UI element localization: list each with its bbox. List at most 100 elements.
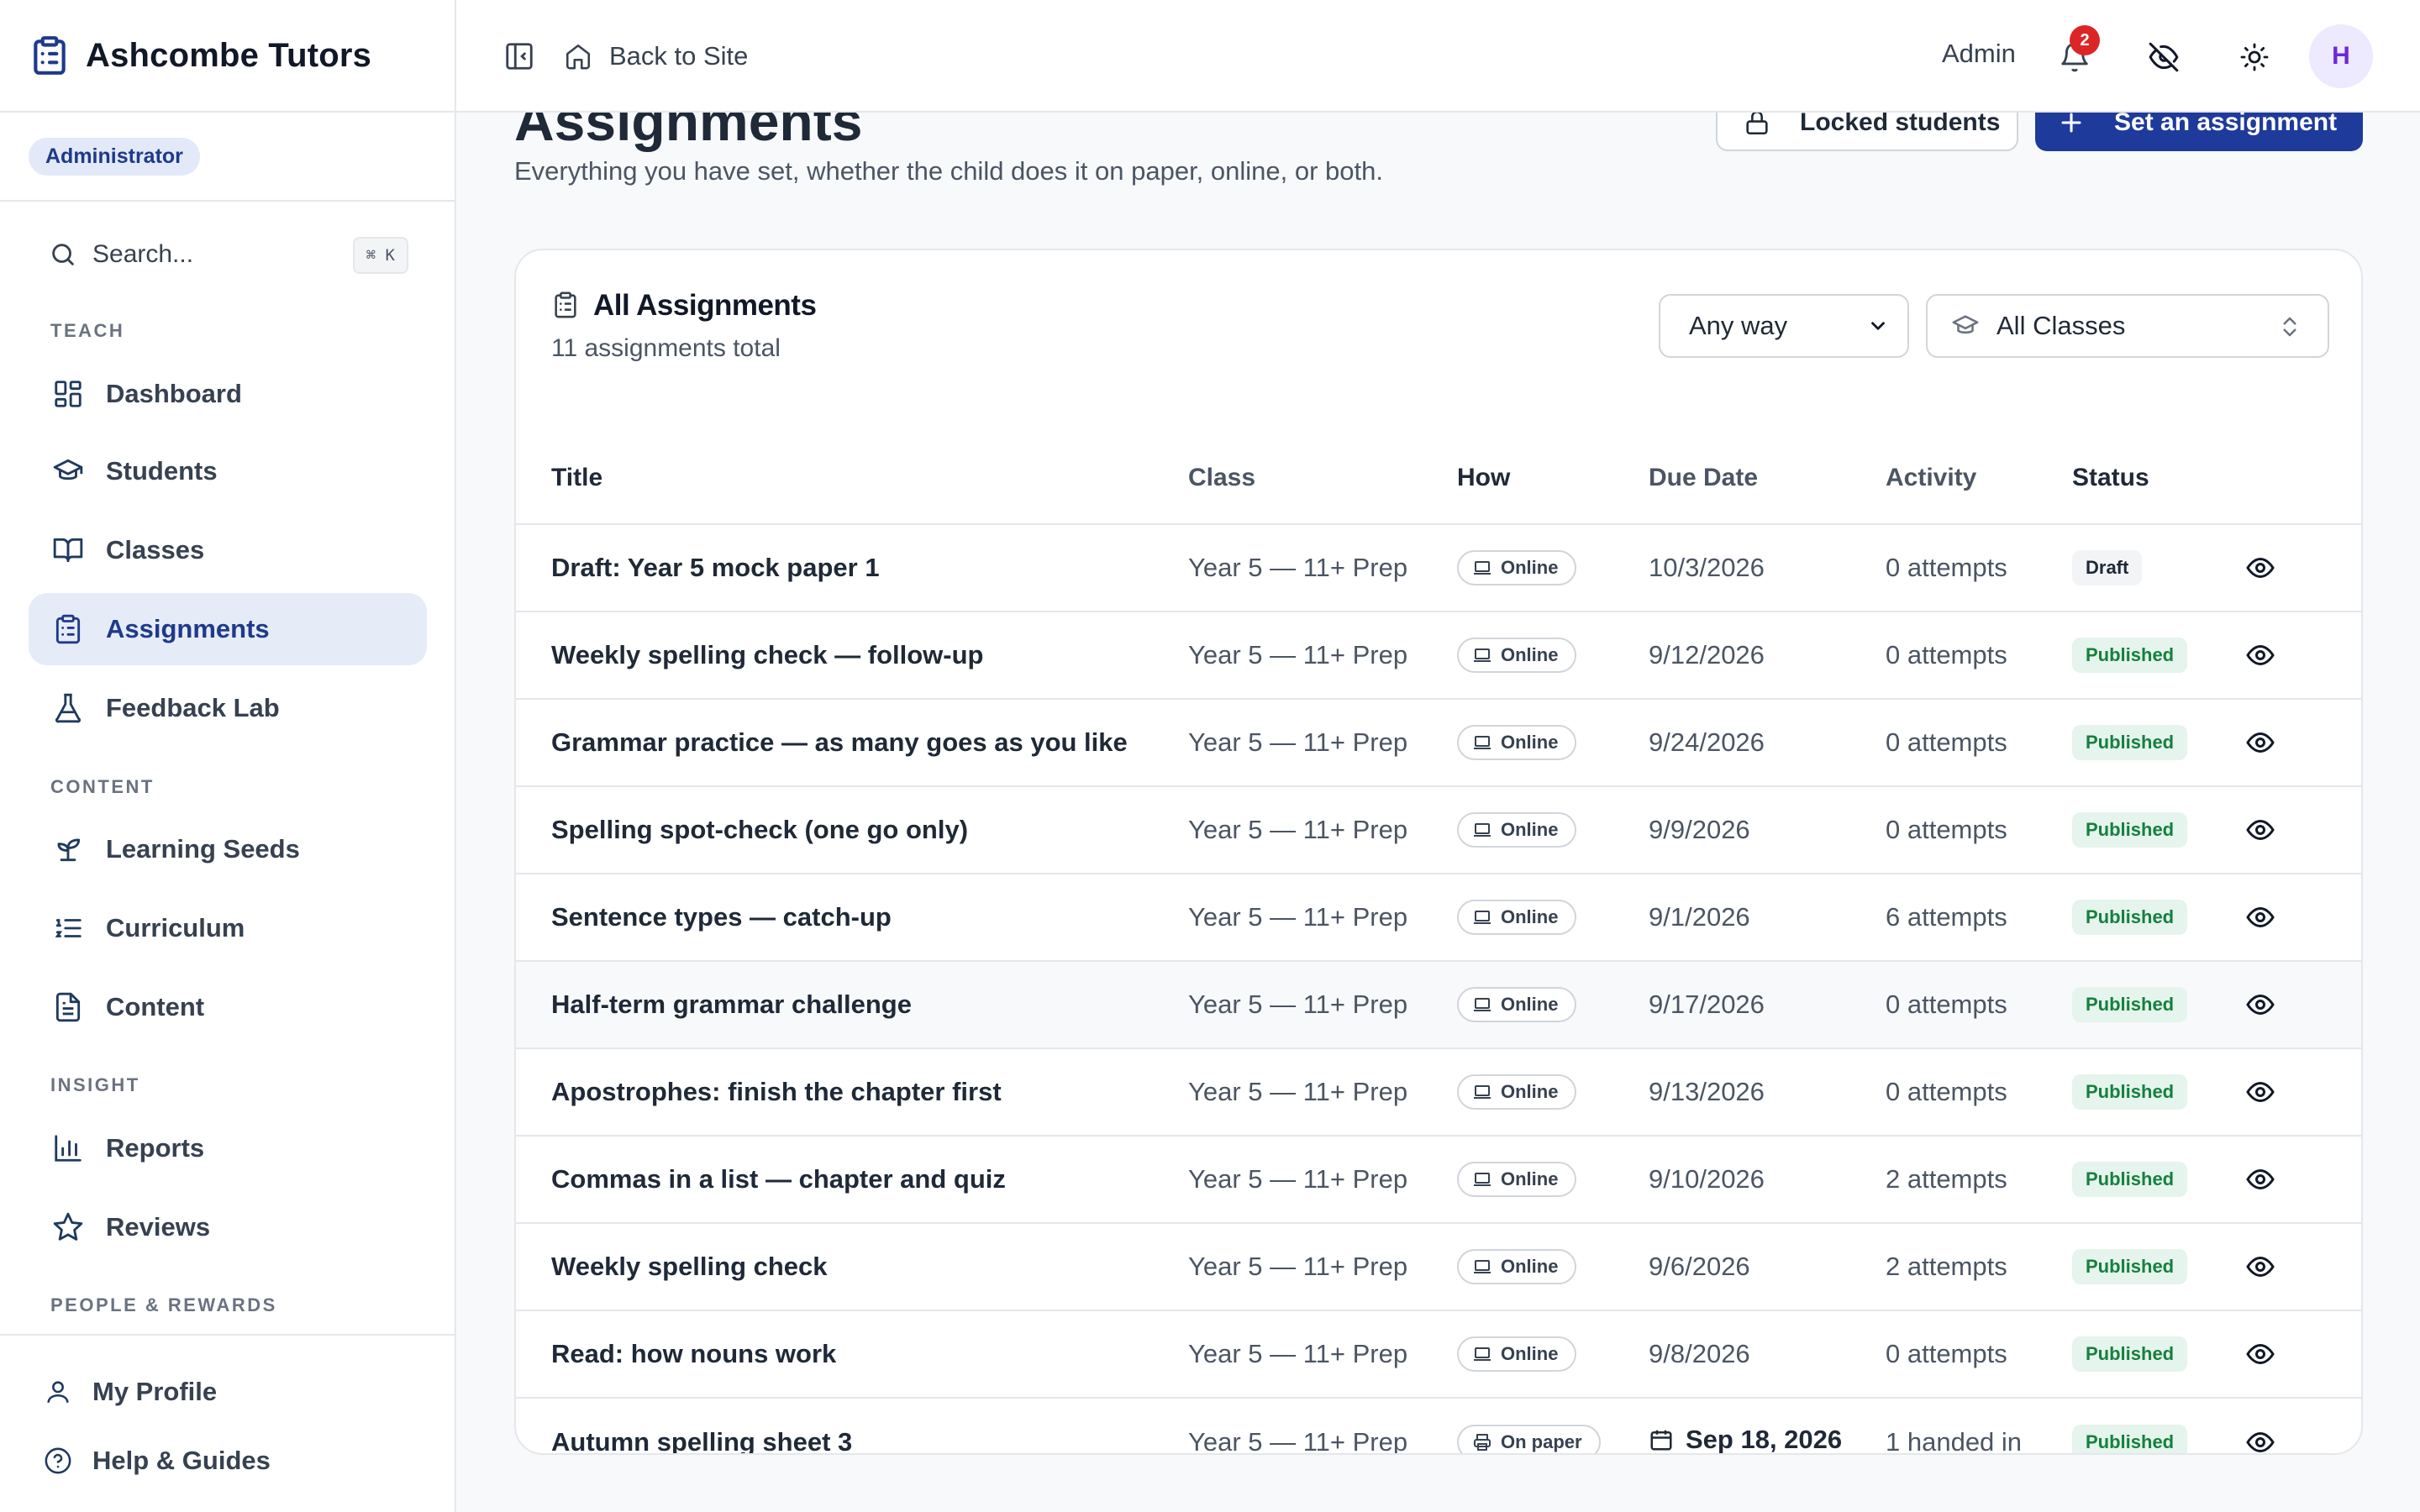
due-date: 9/12/2026 bbox=[1649, 640, 1765, 670]
assignment-class: Year 5 — 11+ Prep bbox=[1188, 874, 1457, 962]
table-row[interactable]: Weekly spelling check Year 5 — 11+ Prep … bbox=[516, 1223, 2361, 1311]
column-header-class[interactable]: Class bbox=[1188, 432, 1457, 525]
assignment-due-cell: 9/1/2026 bbox=[1649, 874, 1886, 962]
due-date-label: 9/1/2026 bbox=[1649, 902, 1750, 932]
column-header-activity[interactable]: Activity bbox=[1886, 432, 2072, 525]
view-button[interactable] bbox=[2245, 1164, 2361, 1194]
view-button[interactable] bbox=[2245, 727, 2361, 758]
view-button[interactable] bbox=[2245, 1339, 2361, 1369]
assignment-title[interactable]: Weekly spelling check — follow-up bbox=[516, 612, 1188, 700]
sidebar-item-label: Help & Guides bbox=[92, 1446, 271, 1475]
search-input[interactable]: Search... ⌘ K bbox=[29, 228, 408, 281]
assignment-title[interactable]: Spelling spot-check (one go only) bbox=[516, 786, 1188, 874]
status-badge: Draft bbox=[2072, 550, 2143, 585]
view-button[interactable] bbox=[2245, 1077, 2361, 1107]
user-avatar[interactable]: H bbox=[2309, 24, 2373, 88]
sidebar-item-students[interactable]: Students bbox=[29, 435, 427, 507]
table-row[interactable]: Spelling spot-check (one go only) Year 5… bbox=[516, 786, 2361, 874]
sidebar-item-learning-seeds[interactable]: Learning Seeds bbox=[29, 813, 427, 885]
assignment-class: Year 5 — 11+ Prep bbox=[1188, 786, 1457, 874]
table-row[interactable]: Weekly spelling check — follow-up Year 5… bbox=[516, 612, 2361, 700]
eye-icon bbox=[2245, 902, 2275, 932]
back-to-site-link[interactable]: Back to Site bbox=[564, 35, 748, 77]
sidebar-item-curriculum[interactable]: Curriculum bbox=[29, 892, 427, 964]
due-date: 9/24/2026 bbox=[1649, 727, 1765, 758]
due-date: 9/8/2026 bbox=[1649, 1339, 1750, 1369]
sidebar-item-assignments[interactable]: Assignments bbox=[29, 593, 427, 665]
assignment-title[interactable]: Weekly spelling check bbox=[516, 1223, 1188, 1311]
column-header-how[interactable]: How bbox=[1457, 432, 1649, 525]
assignment-class: Year 5 — 11+ Prep bbox=[1188, 961, 1457, 1049]
user-icon bbox=[44, 1378, 72, 1406]
assignments-table: Title Class How Due Date Activity Status… bbox=[516, 432, 2361, 1455]
assignment-title[interactable]: Sentence types — catch-up bbox=[516, 874, 1188, 962]
sidebar-toggle-button[interactable] bbox=[498, 35, 540, 77]
table-row[interactable]: Autumn spelling sheet 3 Year 5 — 11+ Pre… bbox=[516, 1398, 2361, 1455]
assignment-title[interactable]: Commas in a list — chapter and quiz bbox=[516, 1136, 1188, 1224]
view-button[interactable] bbox=[2245, 1427, 2361, 1454]
assignment-title[interactable]: Autumn spelling sheet 3 bbox=[516, 1398, 1188, 1454]
how-label: Online bbox=[1501, 1343, 1559, 1364]
due-date-label: 9/8/2026 bbox=[1649, 1339, 1750, 1368]
laptop-icon bbox=[1472, 645, 1492, 665]
eye-icon bbox=[2245, 990, 2275, 1020]
column-header-due-date[interactable]: Due Date bbox=[1649, 432, 1886, 525]
sidebar-item-label: Feedback Lab bbox=[106, 693, 280, 722]
table-row[interactable]: Read: how nouns work Year 5 — 11+ Prep O… bbox=[516, 1310, 2361, 1399]
assignment-activity: 2 attempts bbox=[1886, 1223, 2072, 1311]
sidebar-item-dashboard[interactable]: Dashboard bbox=[29, 358, 427, 430]
sun-icon bbox=[2239, 42, 2270, 72]
assignment-class: Year 5 — 11+ Prep bbox=[1188, 612, 1457, 700]
brand[interactable]: Ashcombe Tutors bbox=[0, 0, 455, 113]
assignment-due-cell: 9/12/2026 bbox=[1649, 612, 1886, 700]
table-row[interactable]: Sentence types — catch-up Year 5 — 11+ P… bbox=[516, 874, 2361, 962]
view-button[interactable] bbox=[2245, 553, 2361, 583]
sidebar-item-reports[interactable]: Reports bbox=[29, 1112, 427, 1184]
how-label: Online bbox=[1501, 819, 1559, 840]
assignment-title[interactable]: Read: how nouns work bbox=[516, 1310, 1188, 1399]
assignment-class: Year 5 — 11+ Prep bbox=[1188, 1426, 1408, 1455]
assignment-title[interactable]: Draft: Year 5 mock paper 1 bbox=[516, 524, 1188, 612]
nav-section-people: PEOPLE & REWARDS bbox=[50, 1294, 277, 1315]
assignment-due-cell: 9/6/2026 bbox=[1649, 1223, 1886, 1311]
assignments-card: All Assignments 11 assignments total Any… bbox=[514, 249, 2363, 1455]
sidebar-item-content[interactable]: Content bbox=[29, 971, 427, 1043]
table-row[interactable]: Half-term grammar challenge Year 5 — 11+… bbox=[516, 961, 2361, 1049]
table-row[interactable]: Draft: Year 5 mock paper 1 Year 5 — 11+ … bbox=[516, 524, 2361, 612]
notifications-button[interactable]: 2 bbox=[2053, 25, 2100, 79]
theme-toggle-button[interactable] bbox=[2233, 35, 2276, 79]
due-date: 9/9/2026 bbox=[1649, 815, 1750, 845]
view-cell bbox=[2245, 1398, 2361, 1454]
flask-icon bbox=[52, 692, 84, 724]
sidebar-item-classes[interactable]: Classes bbox=[29, 514, 427, 586]
visibility-toggle-button[interactable] bbox=[2142, 35, 2186, 79]
due-date-label: 9/6/2026 bbox=[1649, 1252, 1750, 1281]
assignment-title[interactable]: Grammar practice — as many goes as you l… bbox=[516, 699, 1188, 787]
assignment-status-cell: Published bbox=[2072, 1398, 2245, 1453]
table-row[interactable]: Grammar practice — as many goes as you l… bbox=[516, 699, 2361, 787]
assignment-how-cell: Online bbox=[1457, 1310, 1649, 1399]
sidebar-item-reviews[interactable]: Reviews bbox=[29, 1191, 427, 1263]
view-button[interactable] bbox=[2245, 1252, 2361, 1282]
view-button[interactable] bbox=[2245, 640, 2361, 670]
sidebar-item-label: Learning Seeds bbox=[106, 834, 300, 864]
table-row[interactable]: Commas in a list — chapter and quiz Year… bbox=[516, 1136, 2361, 1224]
admin-link[interactable]: Admin bbox=[1942, 39, 2016, 69]
how-filter-select[interactable]: Any way bbox=[1659, 294, 1909, 358]
column-header-status[interactable]: Status bbox=[2072, 432, 2245, 525]
view-button[interactable] bbox=[2245, 990, 2361, 1020]
sidebar-item-feedback-lab[interactable]: Feedback Lab bbox=[29, 672, 427, 744]
sidebar-item-profile[interactable]: My Profile bbox=[29, 1362, 427, 1421]
locked-students-label: Locked students bbox=[1800, 108, 2001, 136]
view-button[interactable] bbox=[2245, 902, 2361, 932]
column-header-title[interactable]: Title bbox=[516, 432, 1188, 525]
due-date-label: 9/10/2026 bbox=[1649, 1164, 1765, 1194]
class-filter-select[interactable]: All Classes bbox=[1926, 294, 2329, 358]
assignment-title[interactable]: Half-term grammar challenge bbox=[516, 961, 1188, 1049]
assignment-title[interactable]: Apostrophes: finish the chapter first bbox=[516, 1048, 1188, 1137]
view-button[interactable] bbox=[2245, 815, 2361, 845]
assignment-status-cell: Published bbox=[2072, 1310, 2245, 1399]
table-row[interactable]: Apostrophes: finish the chapter first Ye… bbox=[516, 1048, 2361, 1137]
sidebar-item-help[interactable]: Help & Guides bbox=[29, 1431, 427, 1490]
assignment-status-cell: Published bbox=[2072, 961, 2245, 1049]
